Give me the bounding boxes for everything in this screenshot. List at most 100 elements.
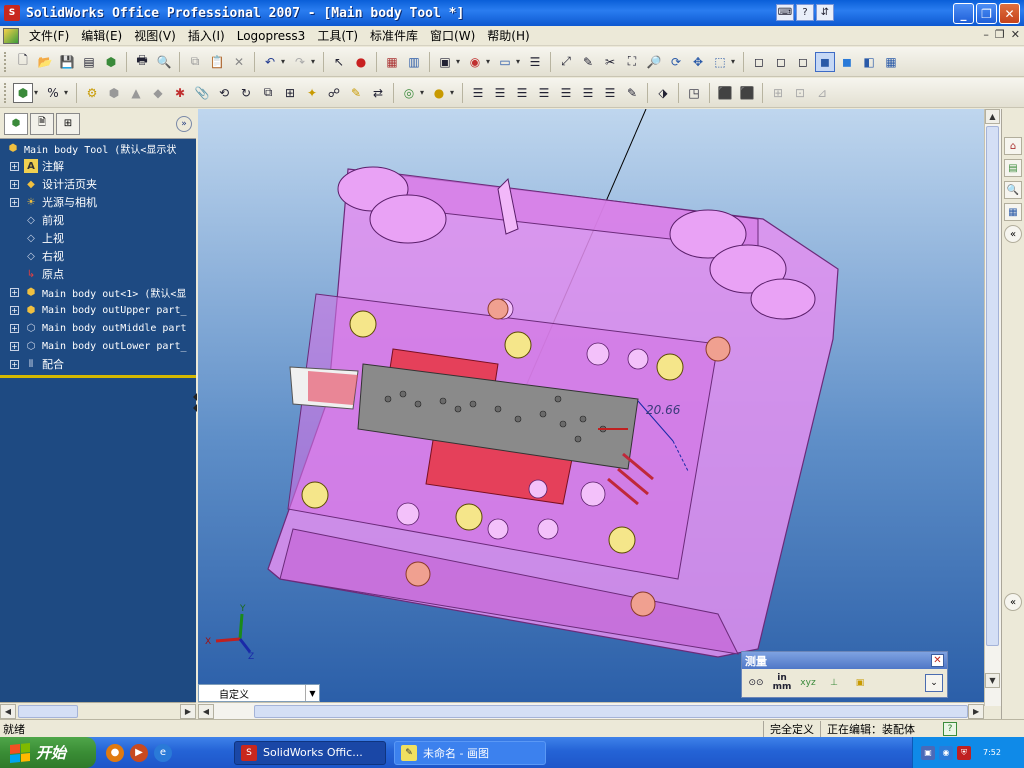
shadows-icon[interactable]: ◧ bbox=[859, 52, 879, 72]
horizontal-scrollbar[interactable]: ◀ ▶ bbox=[198, 702, 984, 719]
tree-item-annotations[interactable]: + A 注解 bbox=[0, 157, 196, 175]
assembly-tool-icon[interactable]: ⬗ bbox=[653, 83, 673, 103]
tree-item-part-lower[interactable]: + ⬡ Main body outLower part_ bbox=[0, 337, 196, 355]
view-orientation-select[interactable]: 自定义 ▼ bbox=[198, 684, 320, 702]
undo-icon[interactable]: ↶ bbox=[260, 52, 280, 72]
interference-detection-icon[interactable]: ☍ bbox=[324, 83, 344, 103]
tree-item-part-upper[interactable]: + ⬢ Main body outUpper part_ bbox=[0, 301, 196, 319]
align-icon-2[interactable]: ☰ bbox=[490, 83, 510, 103]
tree-item-top-plane[interactable]: ◇ 上视 bbox=[0, 229, 196, 247]
clock[interactable]: 7:52 bbox=[983, 746, 1001, 760]
align-icon-8[interactable]: ✎ bbox=[622, 83, 642, 103]
security-shield-icon[interactable]: ⛨ bbox=[957, 745, 971, 760]
expand-icon[interactable]: + bbox=[10, 161, 19, 171]
expand-icon[interactable]: + bbox=[10, 359, 19, 369]
align-icon-7[interactable]: ☰ bbox=[600, 83, 620, 103]
align-icon-1[interactable]: ☰ bbox=[468, 83, 488, 103]
disabled-tool-icon-4[interactable]: ⊡ bbox=[790, 83, 810, 103]
tree-item-part-1[interactable]: + ⬢ Main body out<1> (默认<显 bbox=[0, 283, 196, 301]
hide-show-icon[interactable]: ⬢ bbox=[104, 83, 124, 103]
xyz-measure-icon[interactable]: xyz bbox=[797, 673, 819, 693]
scroll-left-icon[interactable]: ◀ bbox=[0, 703, 16, 719]
collapse-task-pane-icon[interactable]: « bbox=[1004, 225, 1022, 243]
hidden-lines-removed-icon[interactable]: ◻ bbox=[793, 52, 813, 72]
expand-icon[interactable]: + bbox=[10, 197, 19, 207]
minimize-button[interactable]: _ bbox=[953, 3, 974, 24]
doc-restore-icon[interactable]: ❐ bbox=[995, 28, 1005, 41]
expand-task-pane-icon[interactable]: « bbox=[1004, 593, 1022, 611]
disabled-tool-icon-3[interactable]: ⊞ bbox=[768, 83, 788, 103]
point-to-point-icon[interactable]: ⊥ bbox=[823, 673, 845, 693]
property-manager-tab[interactable]: 🗎 bbox=[30, 112, 54, 135]
simulation-icon[interactable]: ⇄ bbox=[368, 83, 388, 103]
explode-line-sketch-icon[interactable]: ✦ bbox=[302, 83, 322, 103]
wireframe-icon[interactable]: ◻ bbox=[749, 52, 769, 72]
rebuild-icon[interactable]: ● bbox=[351, 52, 371, 72]
measure-tool-icon[interactable]: ✎ bbox=[578, 52, 598, 72]
create-sensor-icon[interactable]: ▣ bbox=[849, 673, 871, 693]
design-library-icon[interactable]: ▤ bbox=[1004, 159, 1022, 177]
align-icon-6[interactable]: ☰ bbox=[578, 83, 598, 103]
save-icon[interactable]: 💾 bbox=[57, 52, 77, 72]
keyboard-icon[interactable]: ⌨ bbox=[776, 4, 794, 21]
zoom-to-area-icon[interactable]: ⤢ bbox=[556, 52, 576, 72]
zoom-to-fit-icon[interactable]: ⛶ bbox=[622, 52, 642, 72]
explode-view-icon[interactable]: ⊞ bbox=[280, 83, 300, 103]
toolbar-grip[interactable] bbox=[4, 51, 8, 72]
print-icon[interactable]: 🖶 bbox=[132, 52, 152, 72]
graphics-area[interactable]: 20.66 Y X Z bbox=[198, 109, 984, 706]
rotate-view-icon[interactable]: ⟳ bbox=[666, 52, 686, 72]
guide-bushing-left[interactable] bbox=[369, 194, 447, 244]
measure-title[interactable]: 测量 bbox=[742, 652, 947, 669]
taskbar-item-solidworks[interactable]: S SolidWorks Offic... bbox=[234, 740, 386, 765]
shaded-icon[interactable]: ◼ bbox=[837, 52, 857, 72]
appearance-dropdown-icon[interactable]: ▾ bbox=[486, 57, 494, 66]
insert-components-icon[interactable]: ⚙ bbox=[82, 83, 102, 103]
scroll-right-icon[interactable]: ▶ bbox=[968, 703, 984, 719]
menu-edit[interactable]: 编辑(E) bbox=[75, 27, 128, 44]
document-icon[interactable] bbox=[3, 27, 19, 44]
solidworks-logo-icon[interactable]: S bbox=[4, 5, 20, 21]
animator-dropdown-icon[interactable]: ▾ bbox=[450, 88, 458, 97]
print-preview-icon[interactable]: 🔍 bbox=[154, 52, 174, 72]
feature-tree-scrollbar[interactable]: ◀ ▶ bbox=[0, 702, 196, 719]
help-icon[interactable]: ? bbox=[796, 4, 814, 21]
menu-view[interactable]: 视图(V) bbox=[128, 27, 182, 44]
vertical-scrollbar[interactable]: ▲ ▼ bbox=[984, 109, 1001, 706]
view-palette-icon[interactable]: ▦ bbox=[1004, 203, 1022, 221]
tree-item-front-plane[interactable]: ◇ 前视 bbox=[0, 211, 196, 229]
doc-close-icon[interactable]: ✕ bbox=[1011, 28, 1020, 41]
make-assembly-icon[interactable]: ⬢ bbox=[101, 52, 121, 72]
align-icon-4[interactable]: ☰ bbox=[534, 83, 554, 103]
doc-minimize-icon[interactable]: – bbox=[983, 28, 989, 41]
open-folder-icon[interactable]: 📂 bbox=[35, 52, 55, 72]
menu-logopress[interactable]: Logopress3 bbox=[231, 29, 312, 43]
expand-icon[interactable]: + bbox=[10, 287, 19, 297]
appearance-icon[interactable]: ◉ bbox=[465, 52, 485, 72]
redo-icon[interactable]: ↷ bbox=[290, 52, 310, 72]
tasks-icon[interactable]: ☰ bbox=[525, 52, 545, 72]
scroll-down-icon[interactable]: ▼ bbox=[985, 673, 1000, 688]
scroll-up-icon[interactable]: ▲ bbox=[985, 109, 1000, 124]
layer-icon[interactable]: ◳ bbox=[684, 83, 704, 103]
vertical-scroll-thumb[interactable] bbox=[986, 126, 999, 646]
view-orientation-icon[interactable]: ▭ bbox=[495, 52, 515, 72]
change-suppression-icon[interactable]: ◆ bbox=[148, 83, 168, 103]
horizontal-scroll-thumb[interactable] bbox=[253, 704, 969, 718]
menu-insert[interactable]: 插入(I) bbox=[182, 27, 231, 44]
units-precision-icon[interactable]: in mm bbox=[771, 673, 793, 693]
menu-file[interactable]: 文件(F) bbox=[23, 27, 75, 44]
title-bar[interactable]: S SolidWorks Office Professional 2007 - … bbox=[0, 0, 1024, 26]
move-component-icon[interactable]: ⟲ bbox=[214, 83, 234, 103]
tree-item-part-middle[interactable]: + ⬡ Main body outMiddle part bbox=[0, 319, 196, 337]
chevron-down-icon[interactable]: ⇵ bbox=[816, 4, 834, 21]
scroll-left-icon[interactable]: ◀ bbox=[198, 703, 214, 719]
file-explorer-icon[interactable]: 🔍 bbox=[1004, 181, 1022, 199]
arc-circle-measure-icon[interactable]: ⊙⊙ bbox=[745, 673, 767, 693]
shaded-with-edges-icon[interactable]: ◼ bbox=[815, 51, 835, 72]
chevron-down-icon[interactable]: ⌄ bbox=[925, 674, 943, 692]
toolbar-grip[interactable] bbox=[4, 82, 8, 103]
edit-component-icon[interactable]: ⬢ bbox=[13, 82, 33, 103]
smart-fasteners-icon[interactable]: ⧉ bbox=[258, 83, 278, 103]
internet-explorer-icon[interactable]: e bbox=[154, 743, 172, 762]
